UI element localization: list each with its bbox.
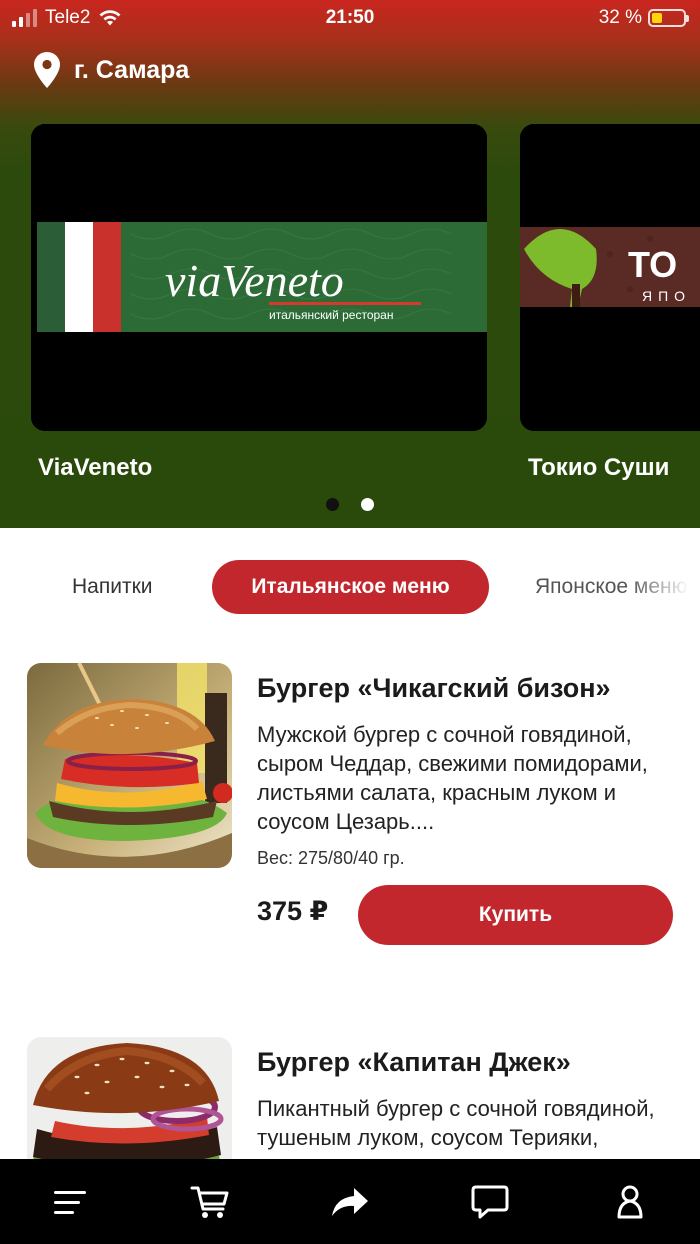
restaurant-card-viaveneto[interactable]: viaVeneto итальянский ресторан xyxy=(31,124,487,431)
chat-bubble-icon xyxy=(471,1185,509,1218)
profile-icon xyxy=(617,1185,643,1218)
nav-share[interactable] xyxy=(322,1174,378,1230)
battery-fill xyxy=(652,13,662,23)
clock: 21:50 xyxy=(325,7,375,28)
city-name: г. Самара xyxy=(74,55,190,84)
buy-button[interactable]: Купить xyxy=(358,885,673,945)
nav-chat[interactable] xyxy=(462,1174,518,1230)
product-price: 375 ₽ xyxy=(257,896,329,926)
logo-text: ТО xyxy=(628,244,677,285)
carousel-pagination xyxy=(0,498,700,511)
tokio-sushi-logo: ТО ЯПО xyxy=(520,124,700,431)
restaurant-card-tokio-sushi[interactable]: ТО ЯПО xyxy=(520,124,700,431)
logo-text: viaVeneto xyxy=(165,255,344,306)
product-image[interactable] xyxy=(27,663,232,868)
restaurant-name[interactable]: ViaVeneto xyxy=(38,454,152,482)
battery-icon xyxy=(648,9,689,27)
city-selector[interactable]: г. Самара xyxy=(34,52,189,88)
logo-subtitle: итальянский ресторан xyxy=(269,308,393,322)
pagination-dot[interactable] xyxy=(326,498,339,511)
tab-italian-menu[interactable]: Итальянское меню xyxy=(212,560,489,614)
map-pin-icon xyxy=(34,52,60,88)
nav-cart[interactable] xyxy=(182,1174,238,1230)
tab-napitki[interactable]: Напитки xyxy=(72,560,152,614)
viaveneto-logo: viaVeneto итальянский ресторан xyxy=(31,124,487,431)
status-bar: Tele2 21:50 32 % xyxy=(0,0,700,36)
product-title[interactable]: Бургер «Чикагский бизон» xyxy=(257,673,611,704)
share-arrow-icon xyxy=(332,1187,368,1216)
bottom-navigation xyxy=(0,1159,700,1244)
product-weight: Вес: 275/80/40 гр. xyxy=(257,848,405,868)
burger-photo xyxy=(27,663,232,868)
category-tabs: Напитки Итальянское меню Японское меню xyxy=(0,560,700,614)
logo-subtitle: ЯПО xyxy=(642,288,691,304)
battery-percent: 32 % xyxy=(598,7,642,28)
restaurant-carousel[interactable]: viaVeneto итальянский ресторан ViaVeneto… xyxy=(0,124,700,494)
tab-fade-overlay xyxy=(630,560,700,614)
nav-profile[interactable] xyxy=(602,1174,658,1230)
nav-menu[interactable] xyxy=(42,1174,98,1230)
hamburger-menu-icon xyxy=(54,1190,86,1214)
status-right: 32 % xyxy=(598,7,689,29)
header: Tele2 21:50 32 % г. Самара viaVeneto ита… xyxy=(0,0,700,528)
restaurant-name[interactable]: Токио Суши xyxy=(528,454,669,482)
product-title[interactable]: Бургер «Капитан Джек» xyxy=(257,1047,571,1078)
cart-icon xyxy=(190,1186,229,1218)
product-description: Мужской бургер с сочной говядиной, сыром… xyxy=(257,722,648,834)
pagination-dot-active[interactable] xyxy=(361,498,374,511)
